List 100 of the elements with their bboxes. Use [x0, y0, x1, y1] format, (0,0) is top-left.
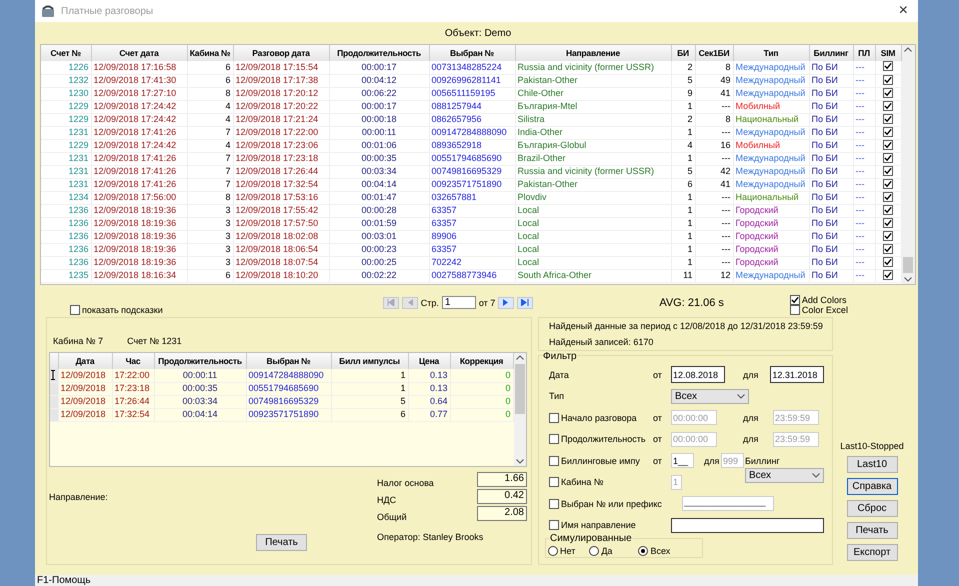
table-cell: 1 [671, 230, 695, 243]
column-header[interactable]: Час [112, 353, 154, 369]
checkbox[interactable] [70, 305, 80, 315]
column-header[interactable]: БИ [671, 45, 695, 61]
table-cell: 12/09/2018 17:24:42 [91, 100, 187, 113]
column-header[interactable]: Продолжительность [154, 353, 246, 369]
total-label: Общий [377, 512, 408, 522]
sim-checkbox[interactable] [883, 244, 893, 254]
table-cell: 00551794685690 [429, 152, 515, 165]
scrollbar[interactable] [514, 353, 526, 466]
sim-checkbox[interactable] [883, 230, 893, 240]
scroll-down-icon[interactable] [516, 459, 524, 464]
radio-button[interactable] [589, 546, 600, 556]
sim-checkbox[interactable] [883, 88, 893, 98]
action-button[interactable]: Справка [846, 478, 898, 495]
checkbox[interactable] [549, 456, 559, 466]
billing-select[interactable]: Всех [745, 468, 824, 483]
direction-field[interactable] [671, 518, 824, 533]
table-cell: 0881257944 [429, 100, 515, 113]
table-cell: 3 [187, 204, 233, 217]
column-header[interactable]: Дата [58, 353, 112, 369]
type-select[interactable]: Всех [671, 388, 749, 404]
table-cell: По БИ [809, 126, 853, 139]
row-indicator[interactable] [50, 369, 58, 382]
sim-checkbox[interactable] [883, 256, 893, 266]
checkbox[interactable] [549, 520, 559, 530]
action-button[interactable]: Last10 [846, 456, 898, 473]
column-header[interactable]: Билл импулсы [331, 353, 408, 369]
scroll-down-icon[interactable] [904, 277, 912, 282]
sim-checkbox[interactable] [883, 74, 893, 84]
table-cell: 00926996281141 [429, 74, 515, 87]
sim-checkbox[interactable] [883, 152, 893, 162]
checkbox[interactable] [549, 498, 559, 509]
action-button[interactable]: Сброс [846, 500, 898, 517]
action-button[interactable]: Печать [846, 522, 898, 539]
next-page-button[interactable] [498, 296, 514, 308]
sim-checkbox[interactable] [883, 140, 893, 150]
sim-checkbox[interactable] [883, 114, 893, 124]
last-page-button[interactable] [517, 296, 534, 308]
column-header[interactable]: SIM [875, 45, 901, 61]
sim-checkbox[interactable] [883, 178, 893, 188]
table-cell: 1 [671, 100, 695, 113]
column-header[interactable]: Тип [733, 45, 809, 61]
scrollbar[interactable] [902, 45, 915, 284]
scroll-up-icon[interactable] [516, 355, 524, 360]
column-header[interactable]: Счет № [41, 45, 91, 61]
impulses-from-field[interactable]: 1__ [671, 453, 694, 468]
column-header[interactable]: Цена [408, 353, 450, 369]
sim-checkbox[interactable] [883, 192, 893, 202]
date-to-field[interactable]: 12.31.2018 [770, 366, 824, 384]
table-cell: Международный [733, 152, 809, 165]
column-header[interactable]: ПЛ [853, 45, 875, 61]
radio-label: Нет [560, 546, 576, 556]
close-button[interactable]: × [894, 2, 912, 20]
print-button[interactable]: Печать [256, 534, 307, 550]
scroll-up-icon[interactable] [904, 47, 912, 52]
sim-checkbox[interactable] [883, 126, 893, 136]
radio-button[interactable] [638, 546, 648, 556]
sim-checkbox[interactable] [883, 270, 893, 280]
radio-button[interactable] [548, 546, 558, 556]
table-cell: Национальный [733, 113, 809, 126]
column-header[interactable]: Биллинг [809, 45, 853, 61]
checkbox[interactable] [790, 295, 800, 305]
column-header[interactable]: Кабина № [187, 45, 233, 61]
table-cell: Городский [733, 217, 809, 230]
table-cell: 0.13 [408, 369, 450, 382]
sim-checkbox[interactable] [883, 166, 893, 176]
action-button[interactable]: Експорт [846, 544, 898, 561]
date-from-field[interactable]: 12.08.2018 [671, 366, 725, 384]
column-header[interactable]: Счет дата [91, 45, 187, 61]
checkbox[interactable] [549, 434, 559, 444]
scrollbar-thumb[interactable] [903, 257, 914, 273]
page-field[interactable]: 1 [442, 296, 476, 309]
sim-checkbox[interactable] [883, 204, 893, 214]
table-cell: 7 [187, 126, 233, 139]
table-cell: 17:22:00 [112, 369, 154, 382]
checkbox[interactable] [549, 412, 559, 423]
table-cell: 00:00:25 [329, 256, 429, 269]
column-header[interactable]: Выбран № [429, 45, 515, 61]
checkbox[interactable] [790, 305, 800, 315]
table-cell: 1235 [41, 269, 91, 282]
table-cell: --- [695, 230, 733, 243]
table-cell: 5 [671, 74, 695, 87]
table-cell: 63357 [429, 243, 515, 256]
column-header[interactable]: Продолжительность [329, 45, 429, 61]
table-cell: 3 [187, 230, 233, 243]
column-header[interactable]: Выбран № [246, 353, 331, 369]
table-cell: --- [695, 126, 733, 139]
table-cell: --- [695, 204, 733, 217]
column-header[interactable]: Сек1БИ [695, 45, 733, 61]
table-cell: --- [695, 100, 733, 113]
column-header[interactable]: Коррекция [450, 353, 513, 369]
column-header[interactable]: Направление [515, 45, 671, 61]
sim-checkbox[interactable] [883, 61, 893, 72]
table-cell: 8 [187, 87, 233, 100]
sim-checkbox[interactable] [883, 218, 893, 228]
sim-checkbox[interactable] [883, 100, 893, 110]
column-header[interactable]: Разговор дата [233, 45, 329, 61]
checkbox[interactable] [549, 477, 559, 488]
table-cell: 00:00:17 [329, 61, 429, 74]
